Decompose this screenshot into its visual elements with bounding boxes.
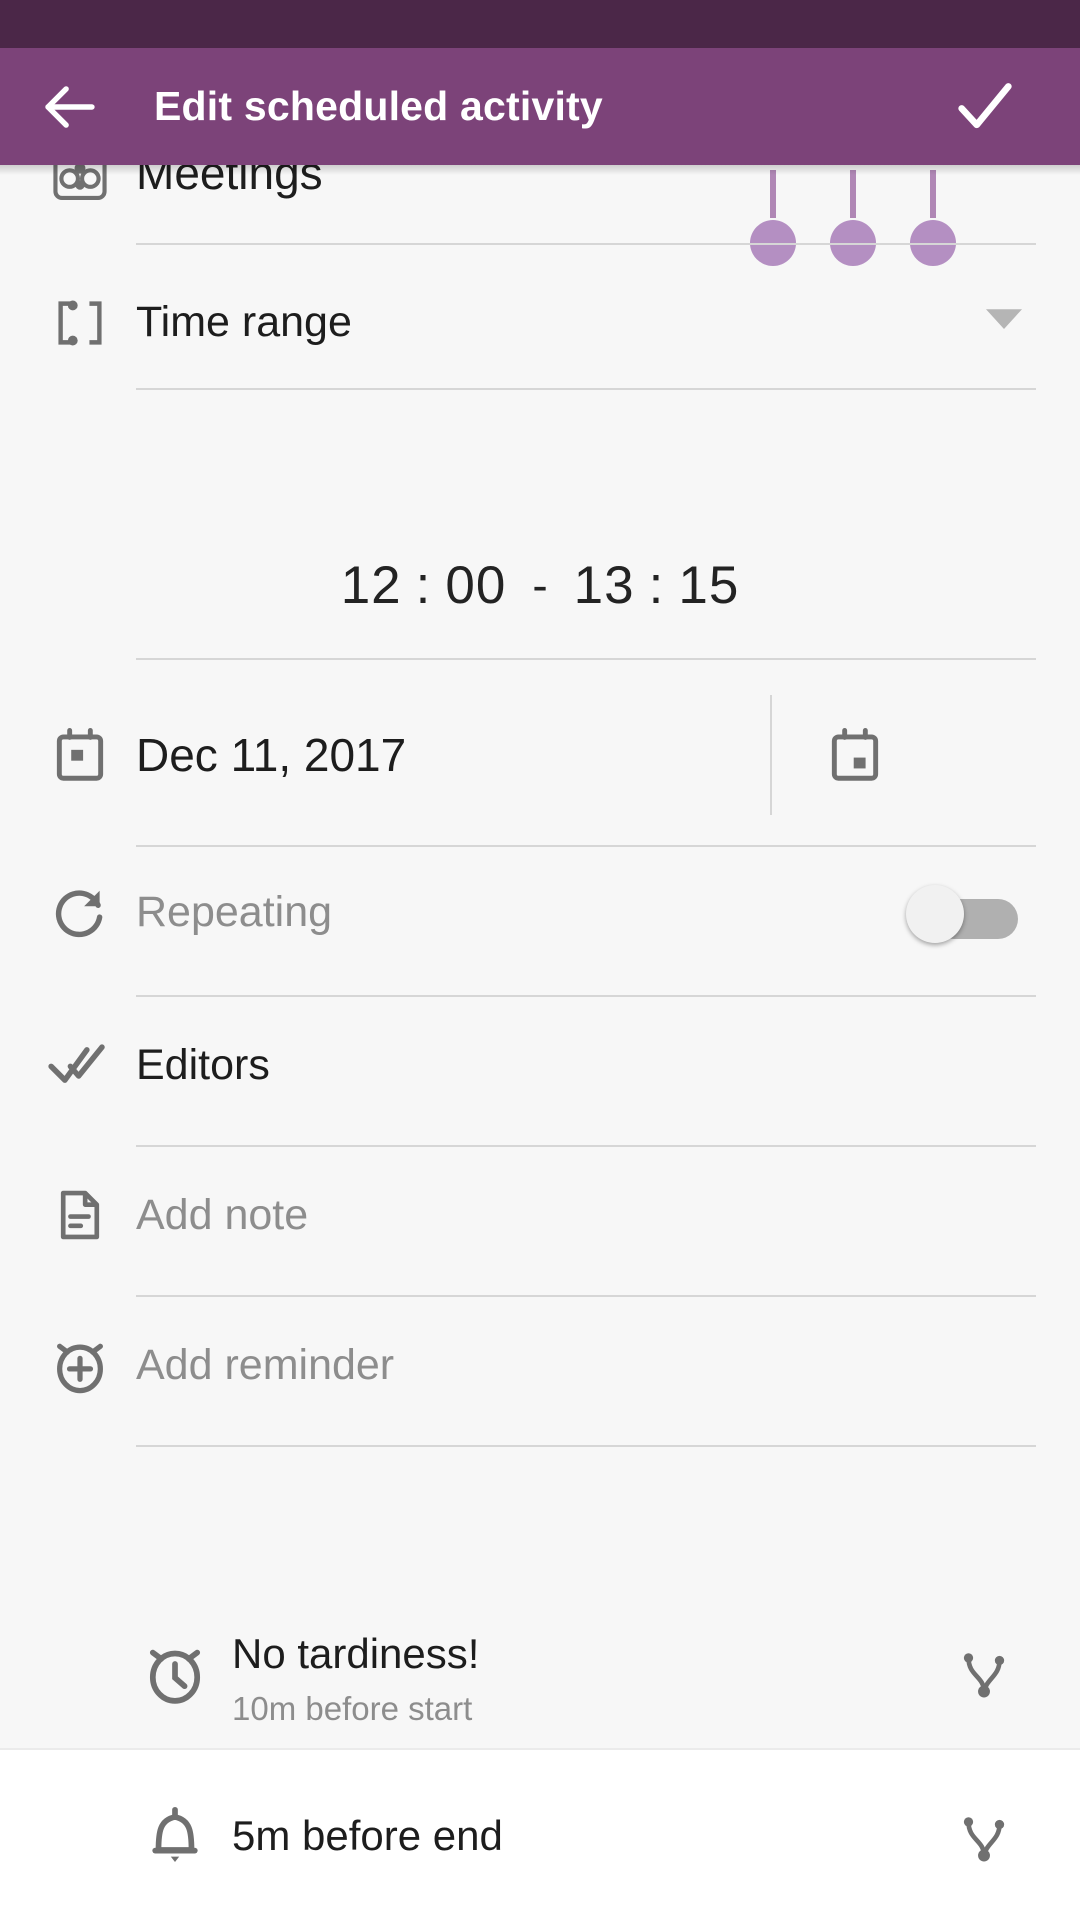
color-stem (930, 170, 936, 218)
bell-icon (130, 1790, 220, 1880)
divider (136, 243, 1036, 245)
repeating-row[interactable]: Repeating (0, 855, 1080, 970)
chevron-down-icon[interactable] (986, 308, 1022, 337)
reminder-item[interactable]: No tardiness! 10m before start (0, 1600, 1080, 1748)
editors-row[interactable]: Editors (0, 1010, 1080, 1120)
editors-label: Editors (136, 1040, 270, 1089)
end-time[interactable]: 13:15 (574, 555, 740, 616)
time-colon: : (648, 555, 665, 615)
color-stem (850, 170, 856, 218)
add-reminder-row[interactable]: Add reminder (0, 1310, 1080, 1420)
divider (136, 845, 1036, 847)
time-range-brackets-icon (40, 283, 120, 363)
divider (136, 1145, 1036, 1147)
time-range-separator: - (532, 559, 548, 611)
date-row[interactable]: Dec 11, 2017 (0, 700, 1080, 810)
calendar-icon (40, 715, 120, 795)
date-vertical-divider (770, 695, 772, 815)
save-button[interactable] (930, 48, 1040, 165)
color-stem (770, 170, 776, 218)
start-hour[interactable]: 12 (341, 556, 402, 615)
reminder-title: No tardiness! (232, 1630, 480, 1677)
time-range-values[interactable]: 12:00 - 13:15 (0, 530, 1080, 640)
calendar-icon (831, 728, 879, 781)
end-minute[interactable]: 15 (678, 556, 739, 615)
branch-icon[interactable] (944, 1636, 1024, 1716)
form-content: Meetings Time range (0, 0, 1080, 1920)
reminder-item[interactable]: 5m before end (0, 1752, 1080, 1900)
double-check-icon (40, 1025, 120, 1105)
note-icon (40, 1175, 120, 1255)
back-button[interactable] (14, 48, 126, 165)
divider (136, 1445, 1036, 1447)
time-range-label: Time range (136, 298, 352, 346)
time-range-row[interactable]: Time range (0, 275, 1080, 370)
toggle-thumb[interactable] (906, 885, 964, 943)
add-reminder-label: Add reminder (136, 1340, 395, 1389)
divider (136, 1295, 1036, 1297)
check-icon (958, 82, 1012, 128)
divider (136, 388, 1036, 390)
repeating-label: Repeating (136, 888, 333, 936)
arrow-back-icon (45, 85, 95, 128)
alarm-clock-icon (130, 1628, 220, 1718)
add-note-row[interactable]: Add note (0, 1160, 1080, 1270)
time-colon: : (415, 555, 432, 615)
edit-scheduled-activity-screen: Meetings Time range (0, 0, 1080, 1920)
end-hour[interactable]: 13 (574, 556, 635, 615)
divider (136, 995, 1036, 997)
divider (136, 658, 1036, 660)
date-picker-button[interactable] (800, 700, 910, 810)
add-note-label: Add note (136, 1190, 309, 1239)
reminder-subtitle: 10m before start (232, 1690, 473, 1727)
date-value[interactable]: Dec 11, 2017 (136, 728, 406, 782)
repeating-toggle[interactable] (906, 885, 1018, 943)
app-bar: Edit scheduled activity (0, 48, 1080, 165)
start-minute[interactable]: 00 (445, 556, 506, 615)
branch-icon[interactable] (944, 1800, 1024, 1880)
app-bar-shadow (0, 165, 1080, 175)
start-time[interactable]: 12:00 (341, 555, 507, 616)
reminder-title: 5m before end (232, 1812, 503, 1859)
repeat-icon (40, 873, 120, 953)
page-title: Edit scheduled activity (154, 83, 603, 129)
alarm-add-icon (40, 1325, 120, 1405)
status-bar (0, 0, 1080, 48)
